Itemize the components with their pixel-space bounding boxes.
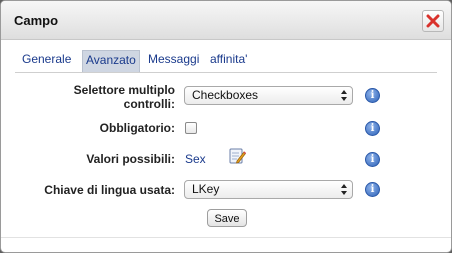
tab-messaggi[interactable]: Messaggi bbox=[148, 50, 199, 71]
values-link[interactable]: Sex bbox=[185, 152, 206, 166]
select-arrows-icon bbox=[340, 183, 348, 196]
close-icon bbox=[426, 14, 440, 28]
language-key-info-icon[interactable]: i bbox=[365, 182, 380, 197]
selector-select[interactable]: Checkboxes bbox=[184, 86, 353, 105]
values-label: Valori possibili: bbox=[86, 152, 175, 166]
required-info-icon[interactable]: i bbox=[365, 121, 380, 136]
dialog-titlebar[interactable]: Campo bbox=[1, 1, 451, 40]
dialog-title: Campo bbox=[14, 13, 59, 28]
save-button[interactable]: Save bbox=[207, 209, 247, 227]
selector-label: Selettore multiplo controlli: bbox=[74, 83, 175, 111]
tab-affinita[interactable]: affinita' bbox=[210, 50, 247, 71]
selector-select-value: Checkboxes bbox=[192, 88, 259, 102]
values-info-icon[interactable]: i bbox=[365, 152, 380, 167]
selector-label-line1: Selettore multiplo bbox=[73, 83, 175, 97]
language-key-select-value: LKey bbox=[192, 182, 220, 196]
tab-avanzato[interactable]: Avanzato bbox=[82, 50, 140, 72]
tab-bar: Generale Avanzato Messaggi affinita' bbox=[15, 50, 437, 73]
language-key-label: Chiave di lingua usata: bbox=[44, 183, 175, 197]
footer-divider bbox=[1, 237, 451, 238]
language-key-select[interactable]: LKey bbox=[184, 180, 353, 199]
required-checkbox[interactable] bbox=[185, 122, 197, 134]
tab-generale[interactable]: Generale bbox=[22, 50, 71, 71]
edit-icon[interactable] bbox=[228, 147, 247, 165]
selector-info-icon[interactable]: i bbox=[365, 88, 380, 103]
selector-label-line2: controlli: bbox=[123, 97, 175, 111]
field-dialog: Campo Generale Avanzato Messaggi affinit… bbox=[0, 0, 452, 253]
close-button[interactable] bbox=[422, 10, 444, 32]
required-label: Obbligatorio: bbox=[99, 121, 175, 135]
select-arrows-icon bbox=[340, 89, 348, 102]
